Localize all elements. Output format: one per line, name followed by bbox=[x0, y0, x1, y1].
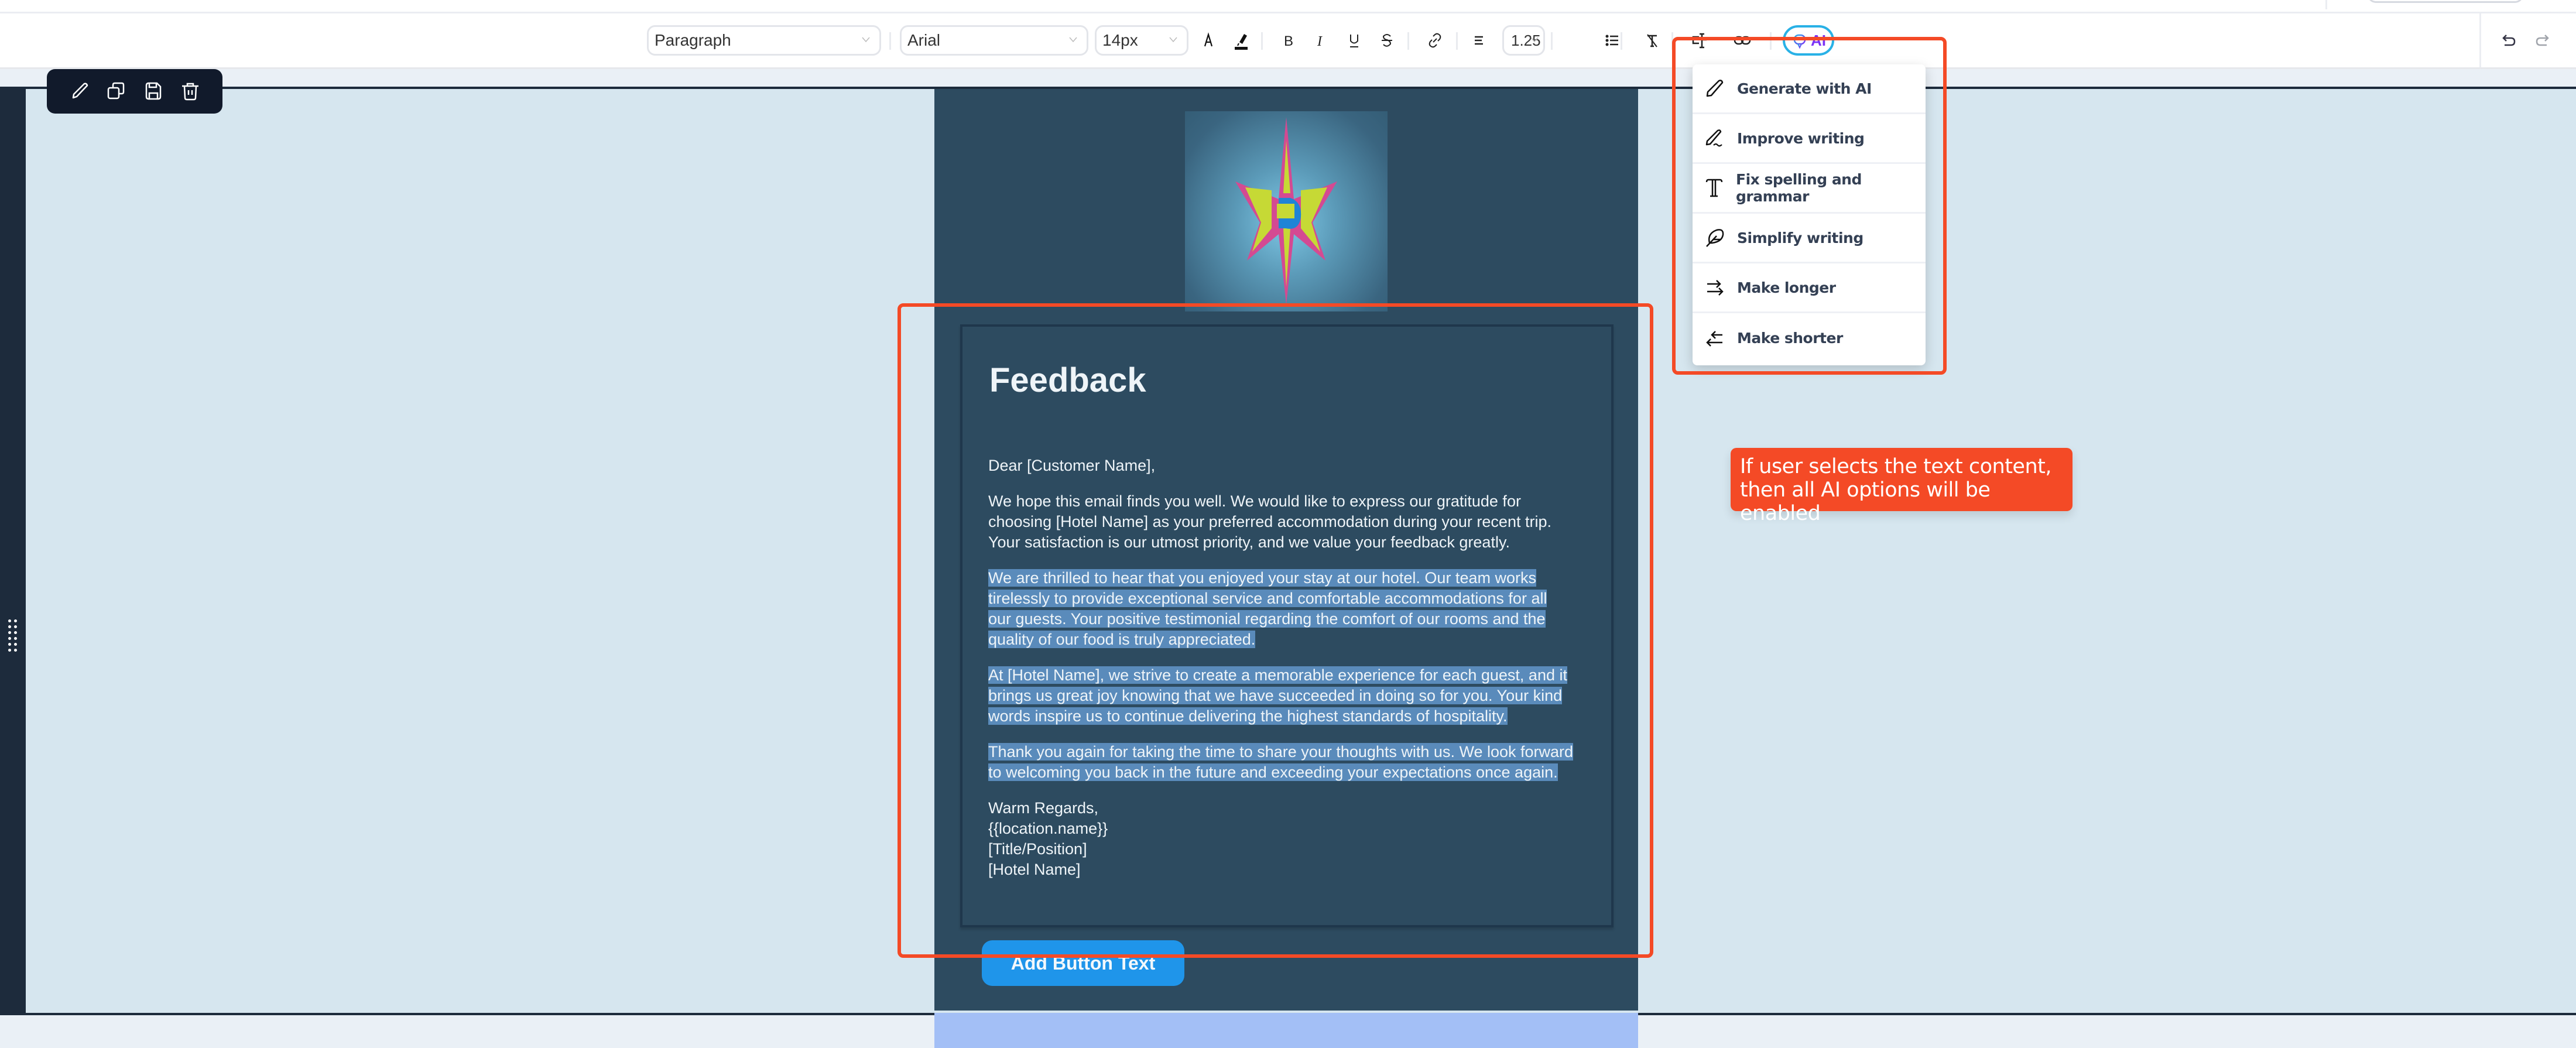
divider bbox=[2479, 13, 2481, 67]
ai-menu-item-improve[interactable]: Improve writing bbox=[1693, 114, 1926, 164]
trash-icon bbox=[181, 83, 198, 101]
chevron-down-icon bbox=[1069, 37, 1077, 43]
ai-menu-item-simplify[interactable]: Simplify writing bbox=[1693, 214, 1926, 263]
annotation-note: If user selects the text content, then a… bbox=[1731, 448, 2073, 525]
font-family-select[interactable]: Arial bbox=[900, 25, 1088, 56]
paragraph: We hope this email finds you well. We wo… bbox=[988, 492, 1551, 551]
ai-menu-item-fix-spelling[interactable]: Fix spelling and grammar bbox=[1693, 164, 1926, 214]
copy-icon bbox=[107, 82, 124, 100]
text-color-icon[interactable] bbox=[1194, 26, 1222, 54]
formatting-toolbar: Paragraph Arial 14px B I 1.25 AI bbox=[0, 13, 2576, 69]
ai-button-label: AI bbox=[1811, 31, 1826, 49]
bold-icon[interactable]: B bbox=[1275, 26, 1303, 54]
block-type-value: Paragraph bbox=[655, 31, 731, 49]
drag-handle-icon[interactable] bbox=[8, 619, 18, 652]
divider bbox=[1770, 32, 1772, 50]
pen-squiggle-icon bbox=[1703, 126, 1727, 150]
signature-line: [Title/Position] bbox=[988, 840, 1087, 858]
ai-menu-item-label: Generate with AI bbox=[1737, 80, 1872, 97]
signature-line: Warm Regards, bbox=[988, 799, 1099, 817]
divider bbox=[889, 32, 891, 50]
save-icon bbox=[145, 82, 161, 100]
ai-bot-icon bbox=[1792, 33, 1807, 49]
feather-icon bbox=[1703, 226, 1727, 249]
ai-menu-item-label: Fix spelling and grammar bbox=[1736, 171, 1862, 205]
undo-icon[interactable] bbox=[2495, 26, 2523, 54]
svg-text:B: B bbox=[1284, 33, 1293, 49]
divider bbox=[1671, 32, 1673, 50]
ai-menu-item-generate[interactable]: Generate with AI bbox=[1693, 64, 1926, 114]
selected-paragraph: We are thrilled to hear that you enjoyed… bbox=[988, 569, 1547, 648]
greeting: Dear [Customer Name], bbox=[988, 457, 1156, 474]
line-height-select[interactable]: 1.25 bbox=[1502, 25, 1545, 56]
link-icon[interactable] bbox=[1421, 26, 1449, 54]
signature-line: [Hotel Name] bbox=[988, 861, 1081, 878]
redo-icon[interactable] bbox=[2528, 26, 2556, 54]
divider bbox=[2325, 0, 2327, 9]
selected-paragraph: At [Hotel Name], we strive to create a m… bbox=[988, 666, 1567, 725]
divider bbox=[1261, 32, 1263, 50]
ai-menu-item-label: Make shorter bbox=[1737, 330, 1843, 347]
save-button[interactable] bbox=[142, 80, 165, 103]
block-actions-toolbar bbox=[47, 69, 222, 114]
divider bbox=[1407, 32, 1409, 50]
font-size-value: 14px bbox=[1102, 31, 1138, 49]
ai-options-menu: Generate with AI Improve writing Fix spe… bbox=[1693, 64, 1926, 365]
ai-menu-item-label: Simplify writing bbox=[1737, 229, 1864, 246]
delete-button[interactable] bbox=[179, 80, 202, 103]
section-rail bbox=[0, 87, 26, 1015]
text-type-icon bbox=[1703, 176, 1725, 200]
ai-menu-item-label: Improve writing bbox=[1737, 129, 1865, 147]
top-bar bbox=[0, 0, 2576, 13]
edit-button[interactable] bbox=[68, 80, 91, 103]
divider bbox=[1456, 32, 1458, 50]
italic-icon[interactable]: I bbox=[1307, 26, 1335, 54]
duplicate-button[interactable] bbox=[105, 80, 128, 103]
strikethrough-icon[interactable] bbox=[1373, 26, 1401, 54]
ai-menu-item-make-longer[interactable]: Make longer bbox=[1693, 263, 1926, 313]
divider bbox=[1551, 32, 1553, 50]
svg-text:I: I bbox=[1317, 34, 1323, 49]
chevron-down-icon bbox=[1169, 37, 1177, 43]
highlight-icon[interactable] bbox=[1227, 26, 1255, 54]
add-button-text-button[interactable]: Add Button Text bbox=[982, 940, 1184, 986]
divider bbox=[1621, 32, 1622, 50]
pencil-icon bbox=[72, 83, 88, 99]
block-type-select[interactable]: Paragraph bbox=[647, 25, 881, 56]
top-bar-control[interactable] bbox=[2368, 0, 2523, 3]
pen-icon bbox=[1703, 77, 1727, 100]
chevron-down-icon bbox=[1530, 37, 1539, 43]
chevron-down-icon bbox=[862, 37, 870, 43]
hotel-logo-image[interactable] bbox=[1185, 111, 1388, 311]
unlink-icon[interactable] bbox=[1728, 26, 1756, 54]
clear-format-icon[interactable] bbox=[1638, 26, 1666, 54]
font-size-select[interactable]: 14px bbox=[1095, 25, 1188, 56]
arrows-left-icon bbox=[1703, 327, 1727, 350]
email-title: Feedback bbox=[989, 361, 1146, 399]
text-cursor-icon[interactable] bbox=[1686, 26, 1714, 54]
arrows-right-icon bbox=[1703, 276, 1727, 299]
next-section bbox=[934, 1013, 1638, 1048]
signature-line: {{location.name}} bbox=[988, 820, 1108, 837]
font-family-value: Arial bbox=[907, 31, 941, 49]
underline-icon[interactable] bbox=[1340, 26, 1368, 54]
ai-menu-item-label: Make longer bbox=[1737, 279, 1836, 296]
ai-menu-item-make-shorter[interactable]: Make shorter bbox=[1693, 313, 1926, 363]
text-content-block[interactable]: Feedback Dear [Customer Name], We hope t… bbox=[960, 324, 1614, 927]
ai-button[interactable]: AI bbox=[1783, 25, 1834, 56]
email-text[interactable]: Dear [Customer Name], We hope this email… bbox=[988, 455, 1574, 880]
align-icon[interactable] bbox=[1465, 26, 1493, 54]
selected-paragraph: Thank you again for taking the time to s… bbox=[988, 743, 1574, 781]
